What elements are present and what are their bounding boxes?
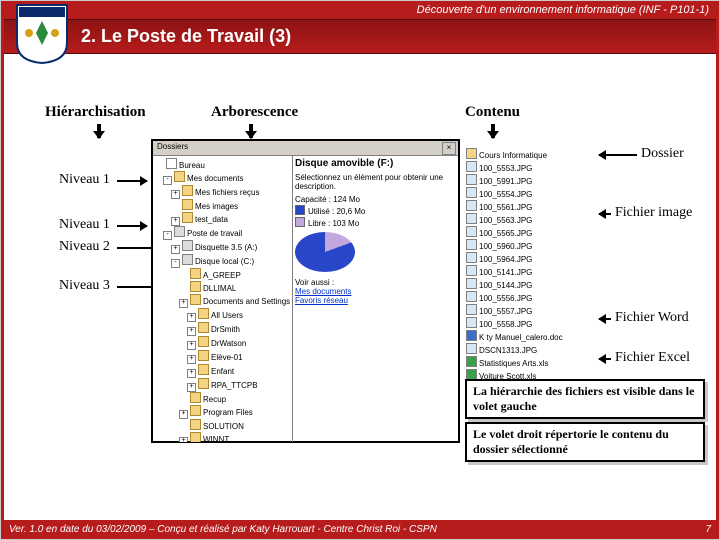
file-row[interactable]: 100_5553.JPG [466,161,596,174]
file-row[interactable]: 100_5561.JPG [466,200,596,213]
tree-node[interactable]: +RPA_TTCPB [155,378,290,392]
down-arrow-icon [97,124,101,138]
level-1b: Niveau 1 [59,217,110,233]
level-3: Niveau 3 [59,278,110,294]
tree-node[interactable]: -Mes documents [155,171,290,185]
right-arrow-icon [117,180,147,182]
label-dossier: Dossier [641,146,684,162]
used-row: Utilisé : 20,6 Mo [295,205,456,216]
footer-text: Ver. 1.0 en date du 03/02/2009 – Conçu e… [9,524,437,535]
file-list: Cours Informatique100_5553.JPG100_5991.J… [466,148,596,382]
tree-node[interactable]: +Enfant [155,364,290,378]
drive-title: Disque amovible (F:) [295,158,456,169]
capacity: Capacité : 124 Mo [295,195,456,204]
free-row: Libre : 103 Mo [295,217,456,228]
tree-node[interactable]: +WINNT [155,432,290,442]
tree-node[interactable]: +test_data [155,212,290,226]
tree-node[interactable]: Bureau [155,158,290,171]
note-right-pane: Le volet droit répertorie le contenu du … [465,422,705,462]
file-row[interactable]: 100_5563.JPG [466,213,596,226]
tree-node[interactable]: A_GREEP [155,268,290,281]
file-row[interactable]: 100_5565.JPG [466,226,596,239]
explorer-screenshot: Dossiers × Bureau-Mes documents+Mes fich… [151,139,460,443]
col-contenu: Contenu [465,104,520,121]
left-arrow-icon [599,358,611,360]
tree-node[interactable]: +Disquette 3.5 (A:) [155,240,290,254]
content-hint: Sélectionnez un élément pour obtenir une… [295,173,456,191]
content-pane: Disque amovible (F:) Sélectionnez un élé… [293,156,458,442]
file-row[interactable]: 100_5960.JPG [466,239,596,252]
file-row[interactable]: 100_5964.JPG [466,252,596,265]
link-mes-documents[interactable]: Mes documents [295,287,456,296]
course-header: Découverte d'un environnement informatiq… [1,1,719,19]
file-row[interactable]: 100_5144.JPG [466,278,596,291]
down-arrow-icon [491,124,495,138]
see-also: Voir aussi : [295,278,456,287]
tree-node[interactable]: SOLUTION [155,419,290,432]
tree-node[interactable]: +DrSmith [155,322,290,336]
label-fichier-excel: Fichier Excel [615,350,690,366]
tree-node[interactable]: +Program Files [155,405,290,419]
level-2: Niveau 2 [59,239,110,255]
file-row[interactable]: 100_5556.JPG [466,291,596,304]
file-row[interactable]: 100_5141.JPG [466,265,596,278]
tree-node[interactable]: +DrWatson [155,336,290,350]
file-row[interactable]: 100_5557.JPG [466,304,596,317]
file-row[interactable]: K ty Manuel_calero.doc [466,330,596,343]
file-row[interactable]: 100_5991.JPG [466,174,596,187]
label-fichier-word: Fichier Word [615,310,689,326]
folder-tree[interactable]: Bureau-Mes documents+Mes fichiers reçusM… [153,156,293,442]
file-row[interactable]: Statistiques Arts.xls [466,356,596,369]
tree-node[interactable]: +Documents and Settings [155,294,290,308]
tree-node[interactable]: +Mes fichiers reçus [155,185,290,199]
note-left-pane: La hiérarchie des fichiers est visible d… [465,379,705,419]
tree-node[interactable]: -Poste de travail [155,226,290,240]
link-favoris-reseau[interactable]: Favoris réseau [295,296,456,305]
tree-node[interactable]: DLLIMAL [155,281,290,294]
left-arrow-icon [599,154,637,156]
tree-node[interactable]: Recup [155,392,290,405]
panel-title: Dossiers [153,142,188,151]
level-1a: Niveau 1 [59,172,110,188]
pie-chart [295,232,355,272]
file-row[interactable]: 100_5558.JPG [466,317,596,330]
right-arrow-icon [117,225,147,227]
col-arborescence: Arborescence [211,104,298,121]
tree-node[interactable]: +All Users [155,308,290,322]
col-hierarchie: Hiérarchisation [45,104,146,121]
label-fichier-image: Fichier image [615,205,692,221]
slide-title: 2. Le Poste de Travail (3) [1,19,719,54]
left-arrow-icon [599,318,611,320]
file-row[interactable]: Cours Informatique [466,148,596,161]
tree-node[interactable]: Mes images [155,199,290,212]
file-row[interactable]: 100_5554.JPG [466,187,596,200]
tree-node[interactable]: +Elève-01 [155,350,290,364]
left-arrow-icon [599,213,611,215]
close-icon[interactable]: × [442,142,456,155]
page-number: 7 [705,524,711,535]
tree-node[interactable]: -Disque local (C:) [155,254,290,268]
footer: Ver. 1.0 en date du 03/02/2009 – Conçu e… [1,520,719,539]
down-arrow-icon [249,124,253,138]
file-row[interactable]: DSCN1313.JPG [466,343,596,356]
